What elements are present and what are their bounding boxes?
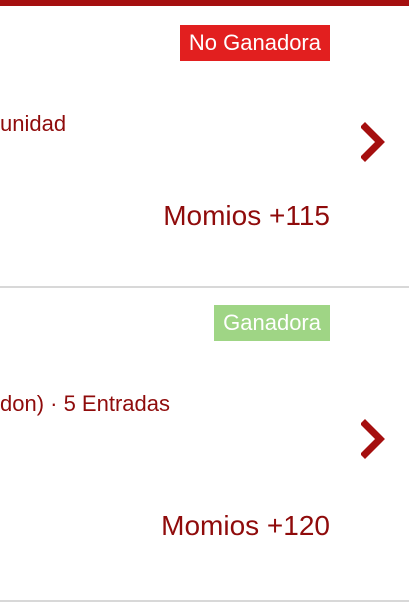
footer-space: [0, 602, 409, 615]
status-badge: No Ganadora: [179, 25, 330, 61]
bet-description: don) · 5 Entradas: [0, 391, 170, 416]
odds-value: Momios +115: [163, 200, 330, 231]
odds-value: Momios +120: [161, 510, 330, 541]
bet-card[interactable]: No Ganadora unidad Momios +115: [0, 6, 409, 288]
bet-description: unidad: [0, 111, 67, 136]
chevron-right-icon[interactable]: [360, 121, 387, 163]
status-badge: Ganadora: [214, 305, 330, 341]
chevron-right-icon[interactable]: [360, 418, 387, 460]
bet-card[interactable]: Ganadora don) · 5 Entradas Momios +120: [0, 288, 409, 602]
